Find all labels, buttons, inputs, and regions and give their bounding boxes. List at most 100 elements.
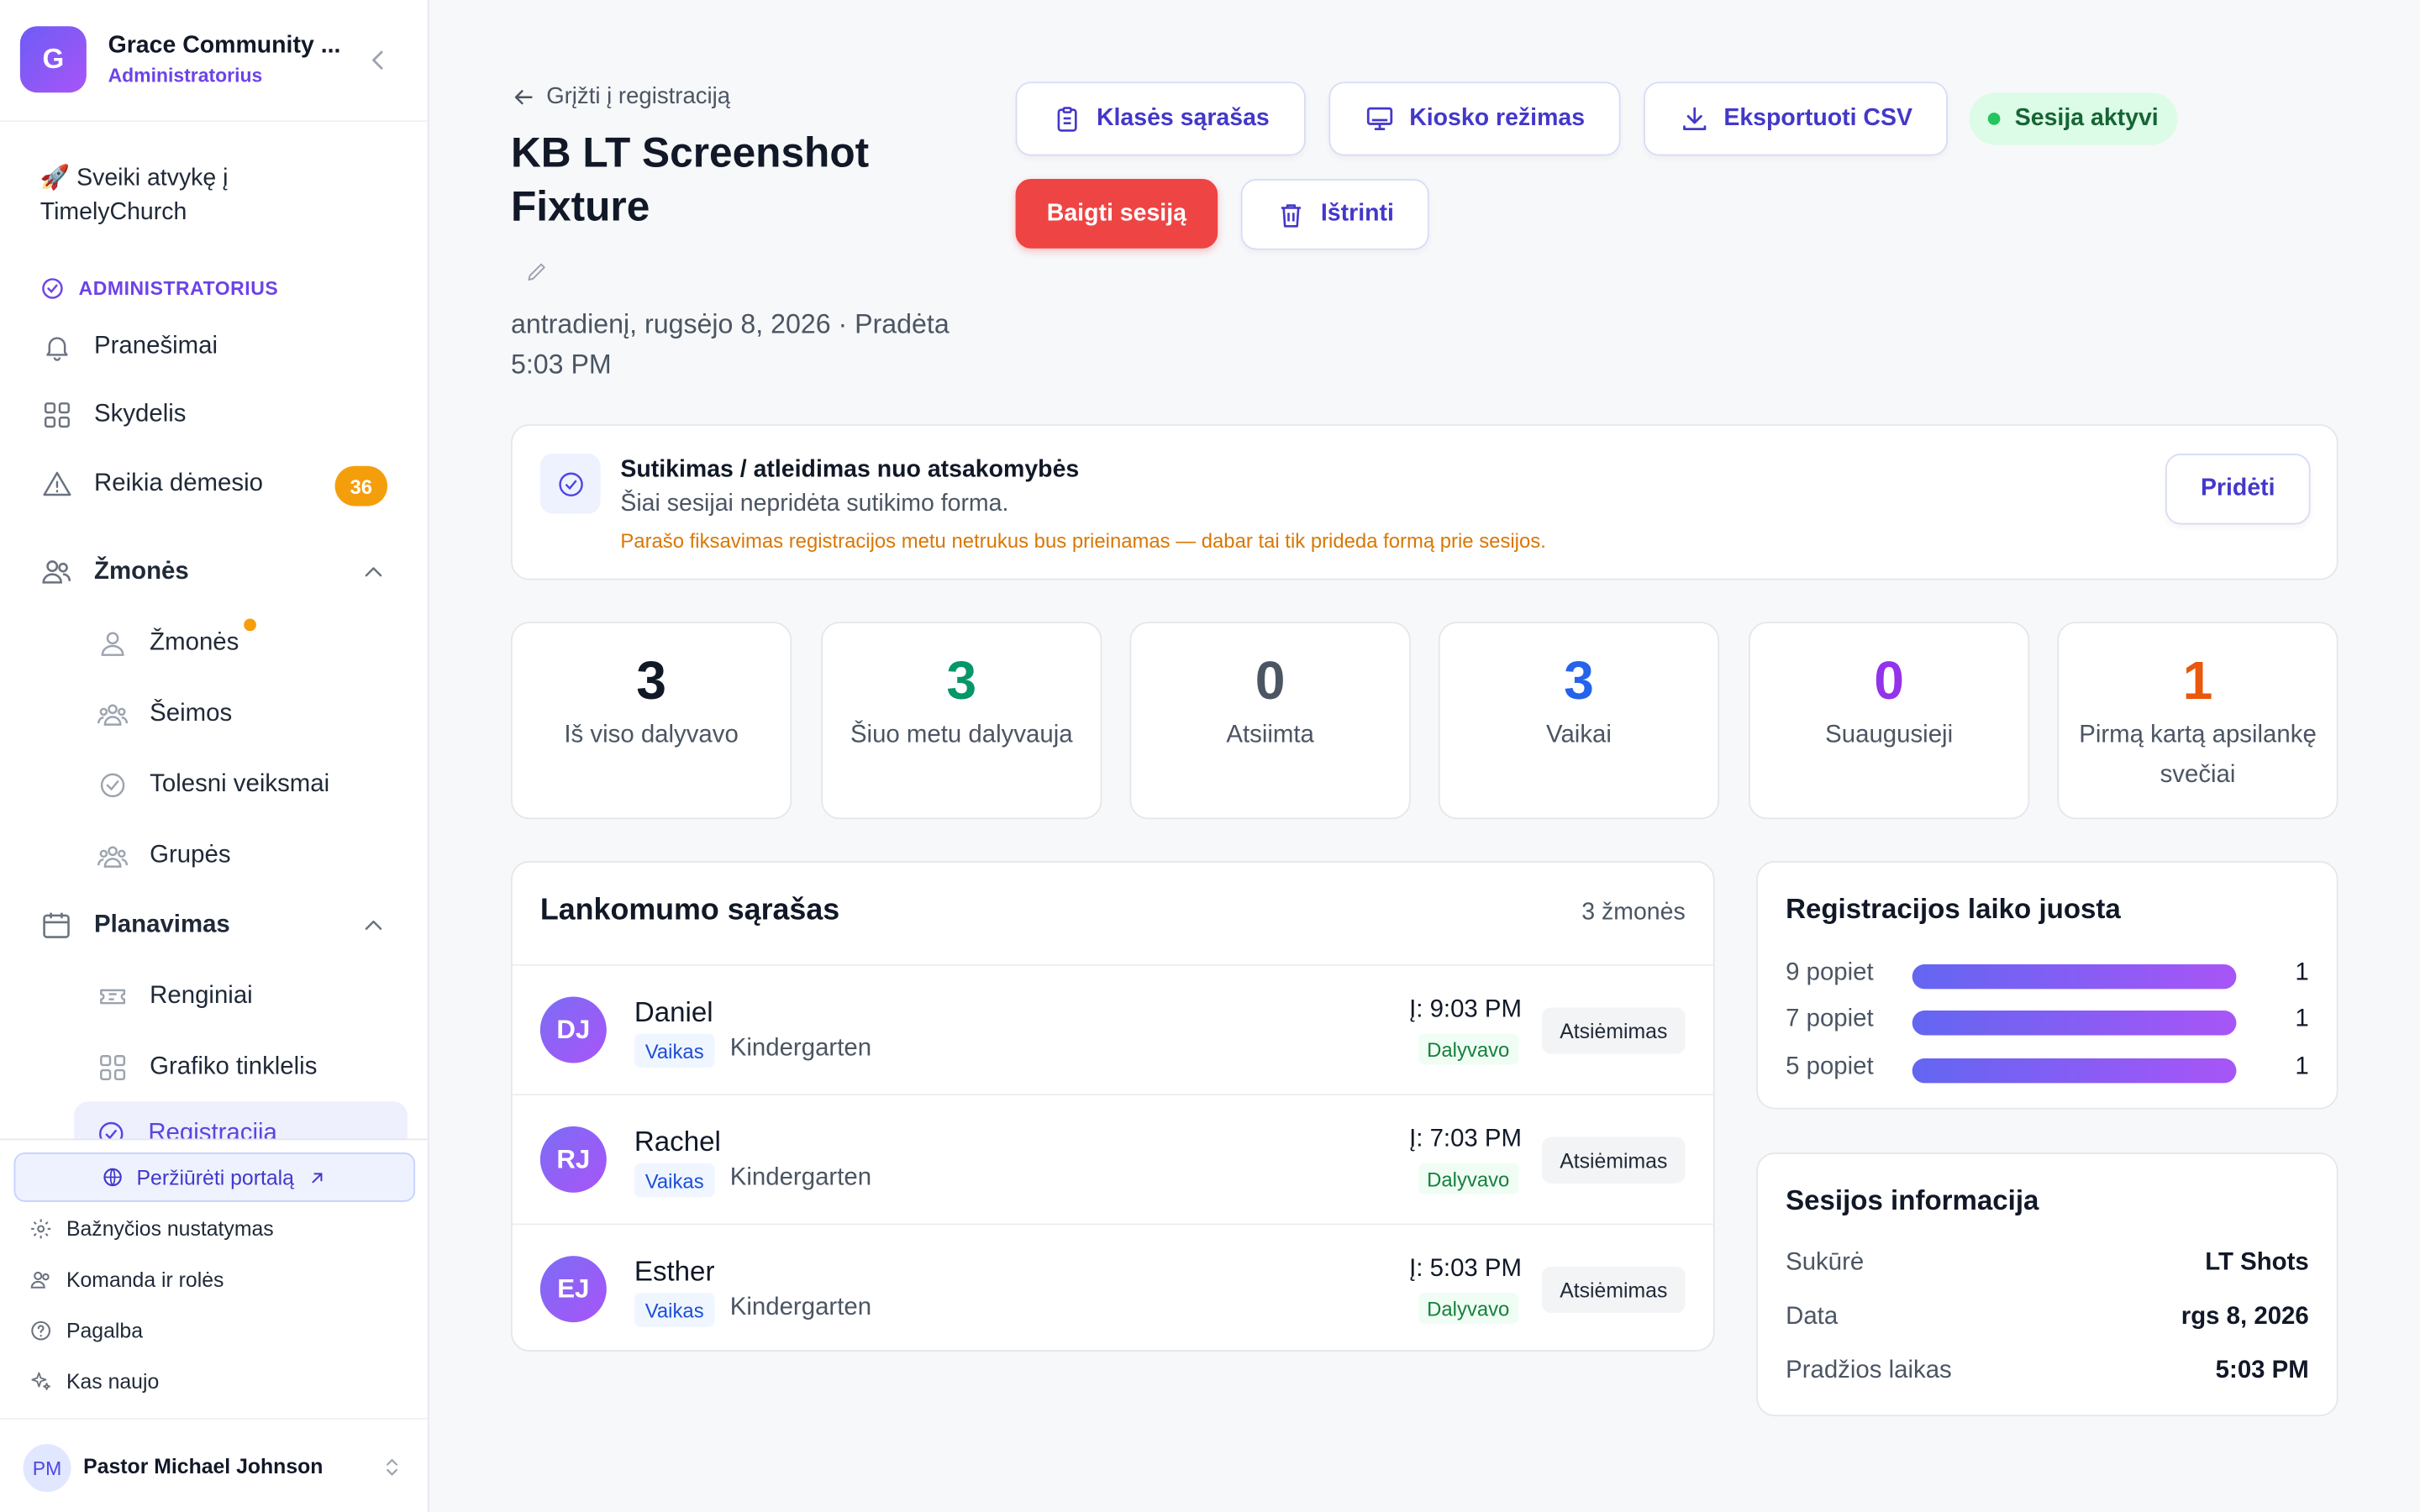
info-value: LT Shots <box>2205 1249 2309 1276</box>
sidebar-item-label: Šeimos <box>150 699 233 727</box>
church-settings-label: Bažnyčios nustatymas <box>66 1216 274 1240</box>
sidebar-item-notifications[interactable]: Pranešimai <box>40 330 218 363</box>
table-row[interactable]: RJ Rachel Vaikas Kindergarten Į: 7:03 PM… <box>512 1094 1713 1223</box>
stat-children: 3 Vaikai <box>1438 622 1720 820</box>
session-info-title: Sesijos informacija <box>1786 1184 2039 1216</box>
info-key: Data <box>1786 1304 1839 1331</box>
globe-icon <box>104 1168 123 1187</box>
stat-value: 3 <box>1564 651 1594 711</box>
add-consent-button[interactable]: Pridėti <box>2165 453 2311 525</box>
check-circle-icon <box>539 453 601 514</box>
arrow-left-icon <box>514 89 533 104</box>
sparkle-icon <box>28 1368 52 1393</box>
timeline-bar <box>1912 1011 2237 1036</box>
team-roles-link[interactable]: Komanda ir rolės <box>28 1267 224 1291</box>
info-value: 5:03 PM <box>2215 1357 2309 1384</box>
info-value: rgs 8, 2026 <box>2181 1304 2309 1331</box>
stat-value: 0 <box>1255 651 1286 711</box>
view-portal-button[interactable]: Peržiūrėti portalą <box>13 1152 416 1202</box>
chevron-up-icon[interactable] <box>361 913 386 937</box>
attendance-title: Lankomumo sąrašas <box>539 893 840 927</box>
sidebar-item-checkin[interactable]: Registracija <box>74 1101 408 1139</box>
user-name: Pastor Michael Johnson <box>83 1455 324 1478</box>
pickup-button[interactable]: Atsiėmimas <box>1541 1137 1686 1184</box>
stat-value: 1 <box>2182 651 2213 711</box>
stat-label: Pirmą kartą apsilankę svečiai <box>2079 722 2317 789</box>
grid-icon <box>40 398 73 431</box>
sidebar-item-attention[interactable]: Reikia dėmesio <box>40 468 263 501</box>
table-row[interactable]: DJ Daniel Vaikas Kindergarten Į: 9:03 PM… <box>512 963 1713 1094</box>
pencil-icon[interactable] <box>524 260 549 284</box>
status-badge: Dalyvavo <box>1418 1033 1519 1065</box>
sidebar-item-events[interactable]: Renginiai <box>96 979 253 1012</box>
user-icon <box>96 627 129 659</box>
timeline-bar <box>1912 963 2237 990</box>
sidebar-item-groups[interactable]: Grupės <box>96 839 231 872</box>
person-class: Kindergarten <box>729 1294 872 1321</box>
pickup-button[interactable]: Atsiėmimas <box>1541 1266 1686 1314</box>
sidebar: G Grace Community ... Administratorius 🚀… <box>0 0 429 1512</box>
pickup-button[interactable]: Atsiėmimas <box>1541 1007 1686 1054</box>
timeline-count: 1 <box>2295 959 2309 986</box>
groups-icon <box>96 839 129 872</box>
org-logo: G <box>19 26 87 93</box>
back-link[interactable]: Grįžti į registraciją <box>511 83 730 109</box>
chevron-updown-icon <box>387 1458 397 1476</box>
session-status-label: Sesija aktyvi <box>2014 104 2159 132</box>
timeline-time: 7 popiet <box>1786 1005 1874 1032</box>
view-portal-label: Peržiūrėti portalą <box>136 1165 294 1189</box>
export-csv-button[interactable]: Eksportuoti CSV <box>1644 81 1948 156</box>
end-session-button[interactable]: Baigti sesiją <box>1015 179 1218 249</box>
consent-card: Sutikimas / atleidimas nuo atsakomybės Š… <box>510 424 2338 580</box>
kiosk-mode-label: Kiosko režimas <box>1409 104 1586 132</box>
sidebar-item-label: Reikia dėmesio <box>94 470 263 496</box>
attendance-card: Lankomumo sąrašas 3 žmonės DJ Daniel Vai… <box>510 860 1715 1353</box>
class-list-button[interactable]: Klasės sąrašas <box>1015 81 1306 156</box>
export-csv-label: Eksportuoti CSV <box>1723 104 1912 132</box>
sidebar-item-followups[interactable]: Tolesni veiksmai <box>96 769 329 801</box>
status-dot <box>1988 113 2002 125</box>
delete-label: Ištrinti <box>1320 200 1394 227</box>
sidebar-item-label: Registracija <box>148 1120 277 1139</box>
kiosk-mode-button[interactable]: Kiosko režimas <box>1328 81 1621 156</box>
consent-note: Parašo fiksavimas registracijos metu net… <box>620 528 1546 553</box>
grid-icon <box>96 1051 129 1084</box>
chevron-up-icon[interactable] <box>361 560 386 585</box>
checkin-time: Į: 9:03 PM <box>1409 996 1523 1023</box>
sidebar-item-people[interactable]: Žmonės <box>96 627 239 659</box>
sidebar-item-families[interactable]: Šeimos <box>96 697 232 730</box>
sidebar-item-dashboard[interactable]: Skydelis <box>40 398 186 431</box>
user-menu[interactable]: PM Pastor Michael Johnson <box>0 1417 428 1512</box>
info-row: Sukūrė LT Shots <box>1786 1250 2309 1284</box>
stat-label: Iš viso dalyvavo <box>564 722 739 748</box>
help-link[interactable]: Pagalba <box>28 1318 143 1342</box>
consent-subtitle: Šiai sesijai nepridėta sutikimo forma. <box>620 491 1009 517</box>
person-class: Kindergarten <box>729 1164 872 1191</box>
sidebar-group-people[interactable]: Žmonės <box>40 555 189 588</box>
download-icon <box>1679 103 1710 134</box>
help-label: Pagalba <box>66 1318 143 1342</box>
person-type-badge: Vaikas <box>634 1033 715 1068</box>
sidebar-group-planning[interactable]: Planavimas <box>40 909 230 942</box>
stat-value: 0 <box>1874 651 1905 711</box>
person-class: Kindergarten <box>729 1035 872 1062</box>
table-row[interactable]: EJ Esther Vaikas Kindergarten Į: 5:03 PM… <box>512 1223 1713 1353</box>
session-status-badge: Sesija aktyvi <box>1969 92 2178 145</box>
delete-button[interactable]: Ištrinti <box>1240 179 1429 250</box>
attendance-count: 3 žmonės <box>1581 899 1686 927</box>
avatar: DJ <box>539 996 607 1063</box>
whats-new-link[interactable]: Kas naujo <box>28 1368 159 1393</box>
external-link-icon <box>311 1172 322 1183</box>
chevron-left-icon[interactable] <box>364 46 392 74</box>
church-settings-link[interactable]: Bažnyčios nustatymas <box>28 1215 274 1240</box>
stat-present: 3 Šiuo metu dalyvauja <box>821 622 1102 820</box>
check-circle-icon <box>99 1121 124 1139</box>
section-admin-label: ADMINISTRATORIUS <box>78 277 279 300</box>
org-header[interactable]: G Grace Community ... Administratorius <box>0 0 428 123</box>
sidebar-item-schedule-grid[interactable]: Grafiko tinklelis <box>96 1051 317 1084</box>
welcome-message: 🚀 Sveiki atvykę į TimelyChurch <box>39 165 229 226</box>
sidebar-item-label: Žmonės <box>150 628 239 655</box>
sidebar-item-label: Grupės <box>150 841 231 869</box>
consent-title: Sutikimas / atleidimas nuo atsakomybės <box>620 456 1080 483</box>
family-icon <box>96 697 129 730</box>
